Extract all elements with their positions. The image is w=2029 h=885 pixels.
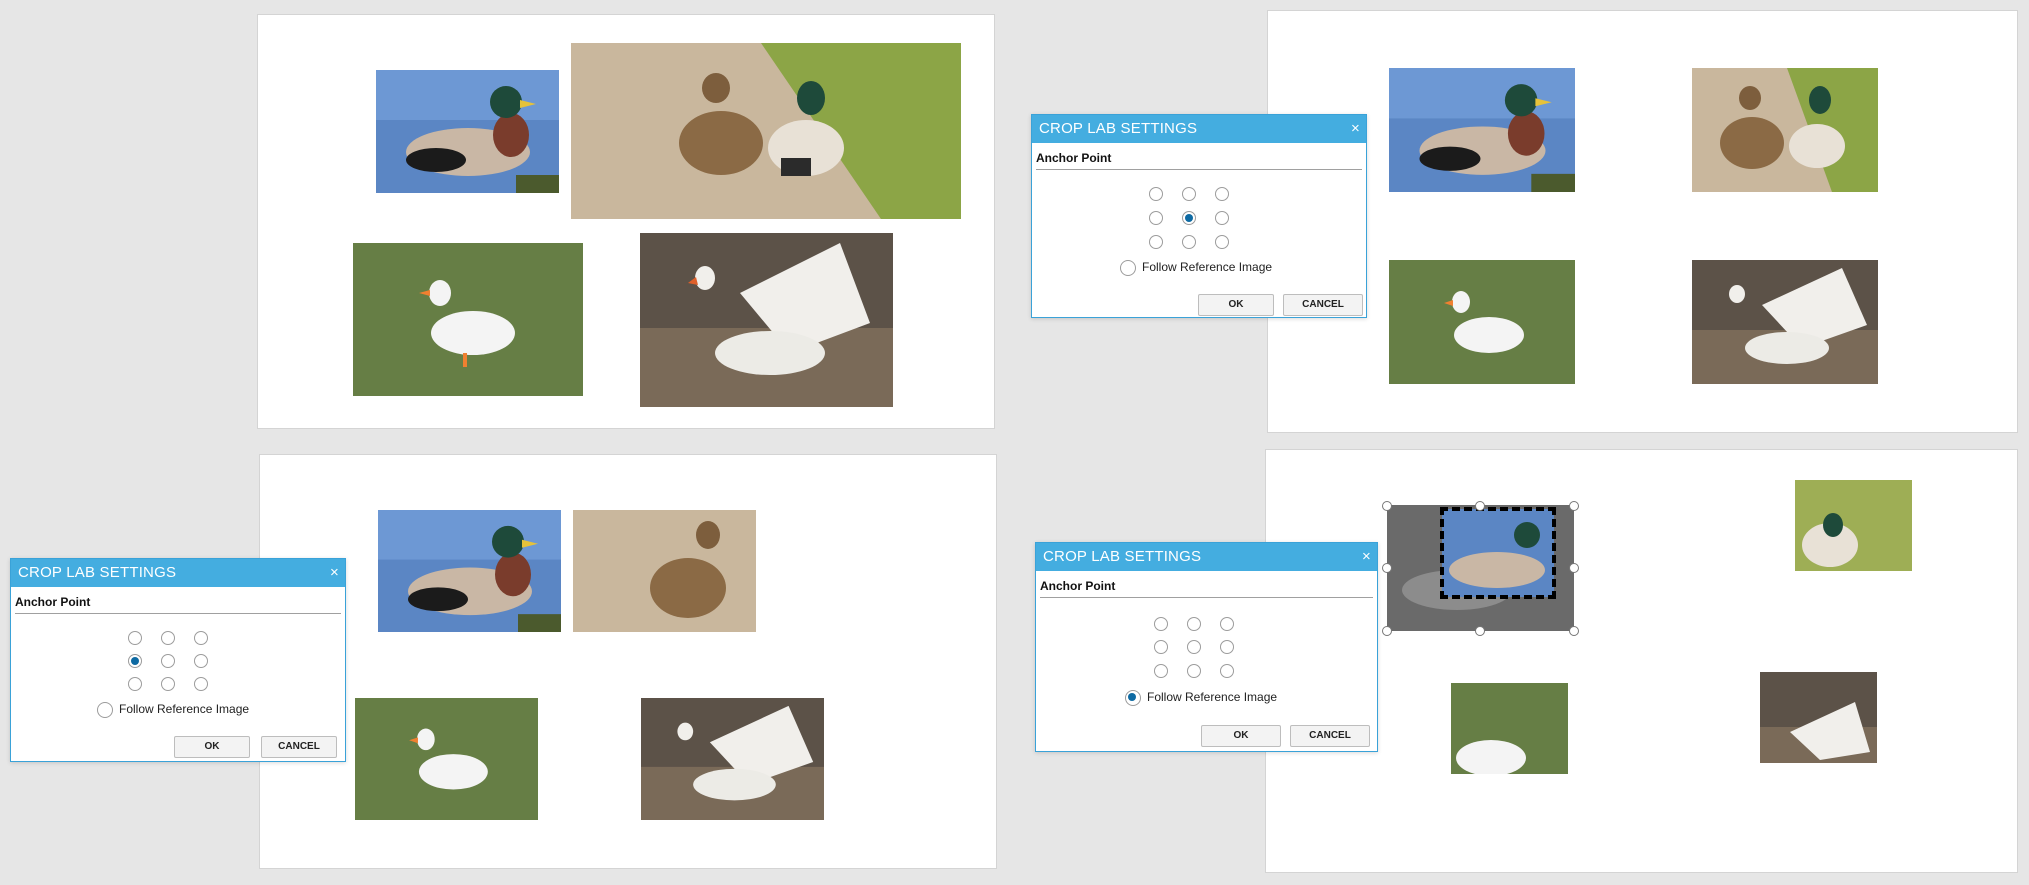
photo-swan[interactable] [1692, 260, 1878, 384]
anchor-middle-left[interactable] [1154, 640, 1168, 654]
anchor-grid [1154, 617, 1254, 687]
dialog-title-bar[interactable]: CROP LAB SETTINGS × [11, 559, 345, 587]
anchor-bottom-right[interactable] [1220, 664, 1234, 678]
anchor-bottom-center[interactable] [161, 677, 175, 691]
cancel-button[interactable]: CANCEL [1283, 294, 1363, 316]
anchor-point-heading: Anchor Point [15, 595, 341, 614]
anchor-top-left[interactable] [1154, 617, 1168, 631]
photo-white-duck[interactable] [355, 698, 538, 820]
resize-handle-br[interactable] [1569, 626, 1579, 636]
anchor-middle-right[interactable] [1215, 211, 1229, 225]
cancel-button[interactable]: CANCEL [1290, 725, 1370, 747]
close-icon[interactable]: × [1351, 115, 1360, 143]
anchor-top-center[interactable] [1182, 187, 1196, 201]
anchor-point-heading: Anchor Point [1036, 151, 1362, 170]
photo-white-duck[interactable] [353, 243, 583, 396]
anchor-middle-left[interactable] [128, 654, 142, 668]
slide-top-right [1267, 10, 2018, 433]
crop-lab-settings-dialog: CROP LAB SETTINGS × Anchor Point Follow … [1031, 114, 1367, 318]
anchor-bottom-left[interactable] [1149, 235, 1163, 249]
anchor-middle-center[interactable] [1187, 640, 1201, 654]
resize-handle-tr[interactable] [1569, 501, 1579, 511]
anchor-bottom-right[interactable] [194, 677, 208, 691]
resize-handle-ml[interactable] [1382, 563, 1392, 573]
anchor-bottom-left[interactable] [128, 677, 142, 691]
photo-white-duck[interactable] [1389, 260, 1575, 384]
anchor-bottom-left[interactable] [1154, 664, 1168, 678]
anchor-bottom-center[interactable] [1187, 664, 1201, 678]
photo-mallard-water[interactable] [376, 70, 559, 193]
dialog-title-bar[interactable]: CROP LAB SETTINGS × [1032, 115, 1366, 143]
anchor-top-center[interactable] [1187, 617, 1201, 631]
anchor-top-right[interactable] [1220, 617, 1234, 631]
crop-frame[interactable] [1440, 507, 1556, 599]
anchor-bottom-center[interactable] [1182, 235, 1196, 249]
anchor-middle-right[interactable] [1220, 640, 1234, 654]
anchor-bottom-right[interactable] [1215, 235, 1229, 249]
resize-handle-bc[interactable] [1475, 626, 1485, 636]
photo-duck-pair[interactable] [571, 43, 961, 219]
dialog-title: CROP LAB SETTINGS [18, 564, 177, 581]
anchor-point-heading: Anchor Point [1040, 579, 1373, 598]
anchor-top-center[interactable] [161, 631, 175, 645]
photo-duck-pair[interactable] [1692, 68, 1878, 192]
dialog-title: CROP LAB SETTINGS [1039, 120, 1198, 137]
follow-reference-radio[interactable] [1125, 690, 1141, 706]
follow-reference-radio[interactable] [1120, 260, 1136, 276]
anchor-middle-center[interactable] [161, 654, 175, 668]
ok-button[interactable]: OK [174, 736, 250, 758]
photo-duck-male-crop[interactable] [1795, 480, 1912, 571]
photo-duck-female[interactable] [573, 510, 756, 632]
crop-lab-settings-dialog: CROP LAB SETTINGS × Anchor Point Follow … [1035, 542, 1378, 752]
photo-white-duck-crop[interactable] [1451, 683, 1568, 774]
resize-handle-mr[interactable] [1569, 563, 1579, 573]
follow-reference-label: Follow Reference Image [1147, 690, 1278, 704]
anchor-middle-right[interactable] [194, 654, 208, 668]
anchor-top-left[interactable] [128, 631, 142, 645]
ok-button[interactable]: OK [1201, 725, 1281, 747]
resize-handle-tl[interactable] [1382, 501, 1392, 511]
crop-lab-settings-dialog: CROP LAB SETTINGS × Anchor Point Follow … [10, 558, 346, 762]
follow-reference-label: Follow Reference Image [1142, 260, 1273, 274]
photo-swan[interactable] [640, 233, 893, 407]
anchor-grid [128, 631, 228, 701]
ok-button[interactable]: OK [1198, 294, 1274, 316]
follow-reference-label: Follow Reference Image [119, 702, 250, 716]
anchor-top-right[interactable] [194, 631, 208, 645]
anchor-middle-center[interactable] [1182, 211, 1196, 225]
anchor-middle-left[interactable] [1149, 211, 1163, 225]
cancel-button[interactable]: CANCEL [261, 736, 337, 758]
anchor-top-right[interactable] [1215, 187, 1229, 201]
photo-swan[interactable] [641, 698, 824, 820]
resize-handle-bl[interactable] [1382, 626, 1392, 636]
resize-handle-tc[interactable] [1475, 501, 1485, 511]
dialog-title-bar[interactable]: CROP LAB SETTINGS × [1036, 543, 1377, 571]
photo-swan-crop[interactable] [1760, 672, 1877, 763]
close-icon[interactable]: × [330, 559, 339, 587]
close-icon[interactable]: × [1362, 543, 1371, 571]
photo-mallard-water[interactable] [378, 510, 561, 632]
photo-mallard-water[interactable] [1389, 68, 1575, 192]
follow-reference-radio[interactable] [97, 702, 113, 718]
anchor-grid [1149, 187, 1249, 257]
anchor-top-left[interactable] [1149, 187, 1163, 201]
dialog-title: CROP LAB SETTINGS [1043, 548, 1202, 565]
